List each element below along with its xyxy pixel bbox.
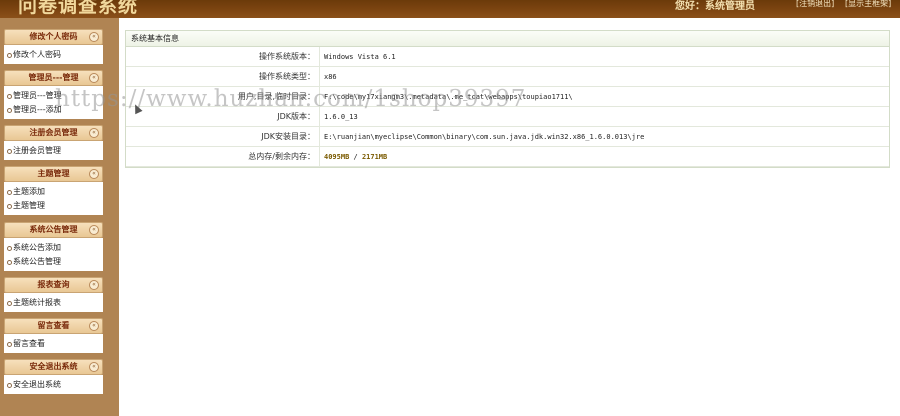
menu-group-announcements: 系统公告管理 « 系统公告添加 系统公告管理 [4, 222, 103, 271]
menu-group-change-password: 修改个人密码 « 修改个人密码 [4, 29, 103, 64]
sidebar-item-admin-manage[interactable]: 管理员---管理 [4, 89, 103, 103]
row-label: 操作系统版本： [126, 47, 320, 67]
collapse-icon[interactable]: « [89, 32, 99, 42]
menu-group-admin: 管理员---管理 « 管理员---管理 管理员---添加 [4, 70, 103, 119]
table-row: 用户,目录,临时目录： F:\code\my17xiangm3\.metadat… [126, 86, 889, 107]
menu-header-label: 留言查看 [37, 321, 70, 330]
row-value: 1.6.0_13 [319, 106, 889, 127]
panel-title: 系统基本信息 [126, 31, 889, 47]
table-row: JDK安装目录： E:\ruanjian\myeclipse\Common\bi… [126, 126, 889, 147]
menu-header-label: 主题管理 [37, 169, 70, 178]
collapse-icon[interactable]: « [89, 225, 99, 235]
table-row: 操作系统类型： x86 [126, 66, 889, 87]
row-label: 总内存/剩余内存： [126, 146, 320, 167]
row-value: E:\ruanjian\myeclipse\Common\binary\com.… [319, 126, 889, 147]
collapse-icon[interactable]: « [89, 169, 99, 179]
menu-group-messages: 留言查看 « 留言查看 [4, 318, 103, 353]
system-info-panel: 系统基本信息 操作系统版本： Windows Vista 6.1 操作系统类型：… [125, 30, 890, 168]
menu-header[interactable]: 安全退出系统 « [4, 359, 103, 375]
menu-header[interactable]: 系统公告管理 « [4, 222, 103, 238]
free-memory: 2171MB [361, 152, 388, 161]
row-label: JDK版本： [126, 106, 320, 127]
menu-group-topics: 主题管理 « 主题添加 主题管理 [4, 166, 103, 215]
top-header: 问卷调查系统 您好：系统管理员 [注销退出] [显示主框架] [0, 0, 900, 18]
memory-value: 4095MB / 2171MB [319, 146, 889, 167]
row-label: 操作系统类型： [126, 66, 320, 87]
logout-link[interactable]: [注销退出] [796, 0, 834, 9]
table-row: JDK版本： 1.6.0_13 [126, 106, 889, 127]
menu-header[interactable]: 管理员---管理 « [4, 70, 103, 86]
collapse-icon[interactable]: « [89, 280, 99, 290]
menu-header[interactable]: 留言查看 « [4, 318, 103, 334]
app-title: 问卷调查系统 [18, 0, 139, 17]
sidebar-item-announcement-add[interactable]: 系统公告添加 [4, 241, 103, 255]
table-row: 总内存/剩余内存： 4095MB / 2171MB [126, 146, 889, 167]
menu-header[interactable]: 修改个人密码 « [4, 29, 103, 45]
sidebar-item-topic-add[interactable]: 主题添加 [4, 185, 103, 199]
collapse-icon[interactable]: « [89, 362, 99, 372]
menu-group-logout: 安全退出系统 « 安全退出系统 [4, 359, 103, 394]
sidebar-item-change-password[interactable]: 修改个人密码 [4, 48, 103, 62]
table-row: 操作系统版本： Windows Vista 6.1 [126, 47, 889, 67]
main-content: 系统基本信息 操作系统版本： Windows Vista 6.1 操作系统类型：… [125, 30, 890, 168]
menu-header[interactable]: 报表查询 « [4, 277, 103, 293]
sidebar-item-announcement-manage[interactable]: 系统公告管理 [4, 255, 103, 269]
row-value: Windows Vista 6.1 [319, 47, 889, 67]
menu-header-label: 报表查询 [37, 280, 70, 289]
user-greeting: 您好：系统管理员 [675, 1, 755, 12]
sidebar-item-view-messages[interactable]: 留言查看 [4, 337, 103, 351]
menu-header-label: 注册会员管理 [29, 128, 78, 137]
system-info-table: 操作系统版本： Windows Vista 6.1 操作系统类型： x86 用户… [126, 47, 889, 167]
sidebar-item-safe-logout[interactable]: 安全退出系统 [4, 378, 103, 392]
sidebar-item-topic-report[interactable]: 主题统计报表 [4, 296, 103, 310]
menu-group-reports: 报表查询 « 主题统计报表 [4, 277, 103, 312]
menu-header-label: 系统公告管理 [29, 225, 78, 234]
sidebar-item-member-manage[interactable]: 注册会员管理 [4, 144, 103, 158]
collapse-icon[interactable]: « [89, 128, 99, 138]
sidebar-item-topic-manage[interactable]: 主题管理 [4, 199, 103, 213]
row-value: x86 [319, 66, 889, 87]
row-label: 用户,目录,临时目录： [126, 86, 320, 107]
menu-header[interactable]: 注册会员管理 « [4, 125, 103, 141]
sidebar-item-admin-add[interactable]: 管理员---添加 [4, 103, 103, 117]
menu-header-label: 修改个人密码 [29, 32, 78, 41]
memory-separator: / [349, 152, 362, 161]
show-main-frame-link[interactable]: [显示主框架] [845, 0, 891, 9]
total-memory: 4095MB [324, 152, 350, 161]
menu-header-label: 安全退出系统 [29, 362, 78, 371]
menu-header[interactable]: 主题管理 « [4, 166, 103, 182]
row-value: F:\code\my17xiangm3\.metadata\.me_tcat\w… [319, 86, 889, 107]
collapse-icon[interactable]: « [89, 321, 99, 331]
menu-header-label: 管理员---管理 [28, 73, 79, 82]
row-label: JDK安装目录： [126, 126, 320, 147]
sidebar: 修改个人密码 « 修改个人密码 管理员---管理 « 管理员---管理 管理员-… [0, 18, 119, 416]
menu-group-members: 注册会员管理 « 注册会员管理 [4, 125, 103, 160]
collapse-icon[interactable]: « [89, 73, 99, 83]
